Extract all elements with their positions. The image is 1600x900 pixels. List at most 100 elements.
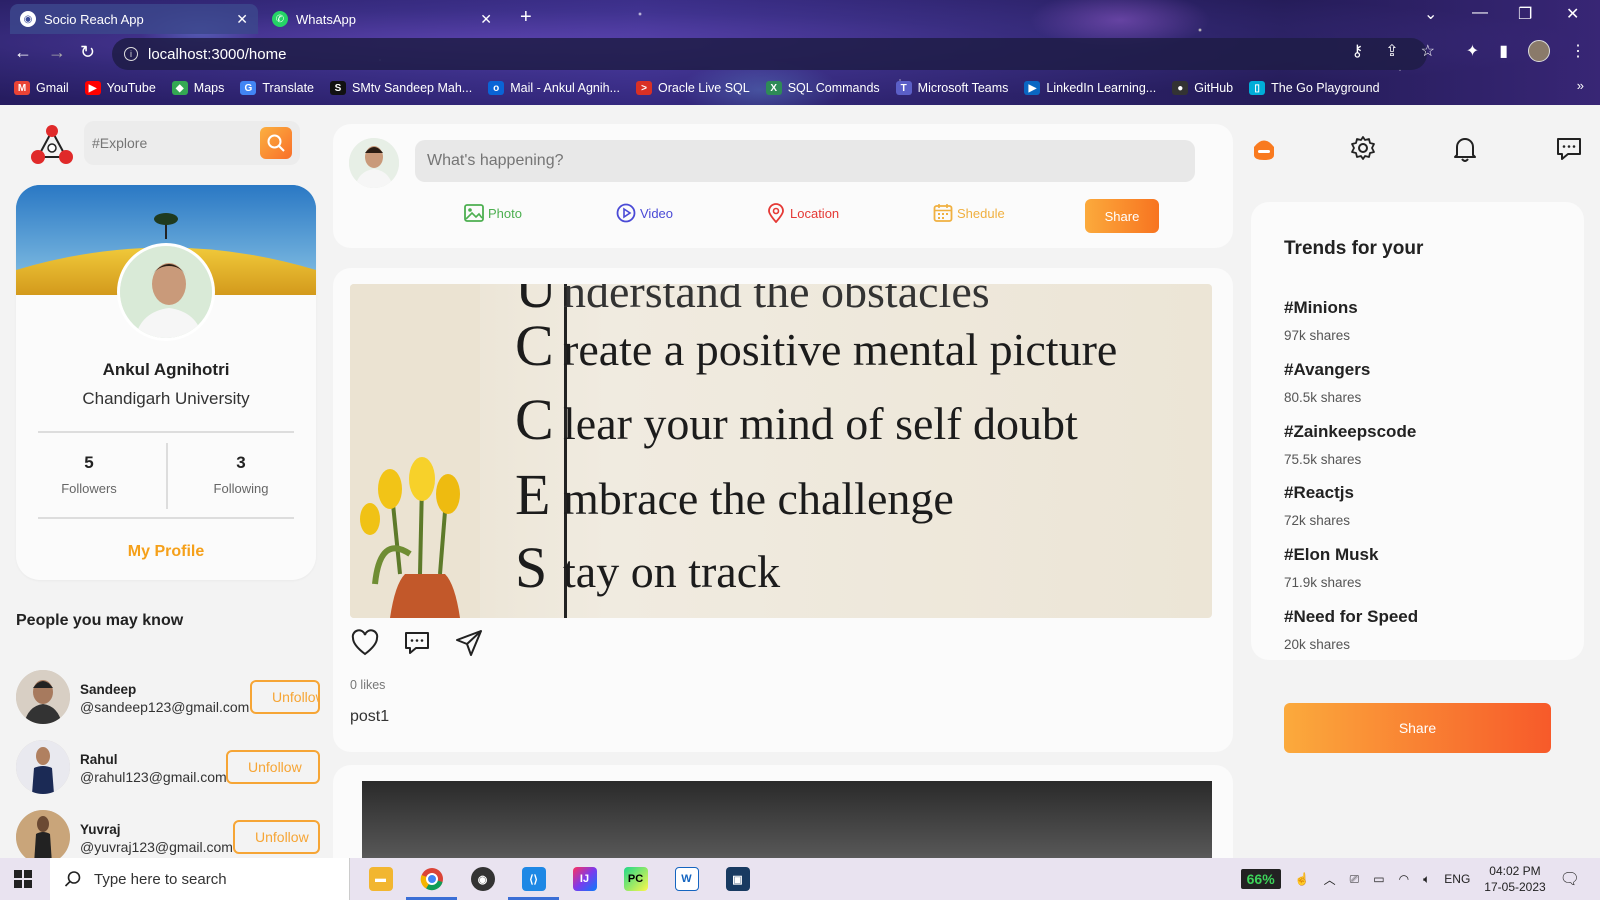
divider [38,517,294,519]
bookmark-item[interactable]: > Oracle Live SQL [636,81,750,95]
schedule-option[interactable]: Shedule [933,203,1005,223]
composer-avatar[interactable] [349,138,399,188]
wifi-icon[interactable]: ◠ [1399,872,1409,886]
tab-search-chevron-icon[interactable]: ⌄ [1424,4,1437,24]
my-profile-link[interactable]: My Profile [16,543,316,561]
post-image[interactable] [362,781,1212,858]
virtualbox-icon[interactable]: ▣ [712,858,763,900]
whats-happening-input[interactable] [415,140,1195,182]
followers-stat[interactable]: 5 Followers [24,453,154,496]
person-avatar[interactable] [16,740,70,794]
bookmark-favicon-icon: G [240,81,257,95]
bookmark-star-icon[interactable]: ☆ [1421,41,1435,61]
side-panel-icon[interactable]: ▮ [1499,41,1508,61]
back-arrow-icon[interactable]: ← [14,42,32,63]
app-w-icon[interactable]: W [661,858,712,900]
volume-icon[interactable]: 🔈︎ [1423,872,1430,887]
post-image[interactable]: Understand the obstacles Create a positi… [350,284,1212,618]
bookmark-label: Oracle Live SQL [658,81,750,95]
app-logo-icon[interactable] [30,123,74,167]
chat-icon[interactable] [1555,135,1583,168]
close-tab-icon[interactable]: ✕ [236,11,248,28]
clock[interactable]: 04:02 PM 17-05-2023 [1484,863,1545,895]
photo-option[interactable]: Photo [464,203,522,223]
trend-item[interactable]: #Avangers 80.5k shares [1284,360,1370,405]
quote-letter: C [515,387,554,452]
bookmark-label: The Go Playground [1271,81,1380,95]
send-icon[interactable] [454,628,484,658]
address-bar[interactable]: i localhost:3000/home [112,38,1427,70]
new-tab-button[interactable]: + [520,6,532,29]
more-bookmarks-icon[interactable]: » [1577,78,1584,93]
explore-search-input[interactable] [92,135,252,151]
trend-item[interactable]: #Elon Musk 71.9k shares [1284,545,1378,590]
tab-whatsapp[interactable]: ✆ WhatsApp ✕ [262,4,502,34]
close-window-button[interactable]: ✕ [1566,4,1579,24]
menu-kebab-icon[interactable]: ⋮ [1570,41,1586,61]
vscode-icon[interactable]: ⟨⟩ [508,858,559,900]
unfollow-button[interactable]: Unfollow [226,750,320,784]
device-icon[interactable]: ⎚ [1350,872,1360,887]
show-hidden-icons-chevron-icon[interactable]: ︿ [1324,871,1336,888]
windows-start-icon[interactable] [14,870,32,888]
home-icon[interactable] [1250,135,1278,168]
browser-chrome: ◉ Socio Reach App ✕ ✆ WhatsApp ✕ + ⌄ — ❐… [0,0,1600,105]
bookmark-item[interactable]: ▯ The Go Playground [1249,81,1380,95]
notification-bell-icon[interactable] [1452,135,1478,168]
intellij-icon[interactable]: IJ [559,858,610,900]
person-avatar[interactable] [16,810,70,858]
close-tab-icon[interactable]: ✕ [480,11,492,28]
minimize-button[interactable]: — [1472,4,1488,22]
trend-item[interactable]: #Minions 97k shares [1284,298,1358,343]
bookmark-item[interactable]: ▶ LinkedIn Learning... [1024,81,1156,95]
profile-card: Ankul Agnihotri Chandigarh University 5 … [16,185,316,580]
tab-socio-reach[interactable]: ◉ Socio Reach App ✕ [10,4,258,34]
share-post-button[interactable]: Share [1085,199,1159,233]
reload-icon[interactable]: ↻ [80,42,95,63]
site-info-icon[interactable]: i [124,47,138,61]
comment-icon[interactable] [402,628,432,658]
person-avatar[interactable] [16,670,70,724]
likes-count: 0 likes [350,678,386,692]
language-indicator[interactable]: ENG [1444,872,1470,886]
share-button[interactable]: Share [1284,703,1551,753]
bookmark-item[interactable]: ◆ Maps [171,81,224,95]
location-option[interactable]: Location [766,203,839,223]
unfollow-button[interactable]: Unfollow [233,820,320,854]
bookmark-item[interactable]: ● GitHub [1172,81,1233,95]
bookmark-item[interactable]: T Microsoft Teams [895,81,1008,95]
pycharm-icon[interactable]: PC [610,858,661,900]
bookmark-item[interactable]: G Translate [240,81,314,95]
extensions-puzzle-icon[interactable]: ✦ [1466,41,1479,61]
unfollow-button[interactable]: Unfollow [250,680,320,714]
following-stat[interactable]: 3 Following [176,453,306,496]
restore-button[interactable]: ❐ [1518,4,1532,24]
bookmark-item[interactable]: S SMtv Sandeep Mah... [330,81,472,95]
forward-arrow-icon[interactable]: → [48,42,66,63]
bookmark-item[interactable]: X SQL Commands [765,81,880,95]
trend-item[interactable]: #Reactjs 72k shares [1284,483,1354,528]
trend-tag: #Zainkeepscode [1284,422,1417,441]
notifications-icon[interactable]: 🗨︎ [1560,869,1580,889]
touch-icon[interactable]: ☝ [1295,872,1310,886]
profile-avatar-icon[interactable] [1528,40,1550,62]
trend-tag: #Need for Speed [1284,607,1419,626]
battery-icon[interactable]: ▭ [1373,872,1384,886]
trend-item[interactable]: #Zainkeepscode 75.5k shares [1284,422,1416,467]
obs-icon[interactable]: ◉ [457,858,508,900]
search-button[interactable] [260,127,292,159]
heart-icon[interactable] [350,628,380,658]
chrome-icon[interactable] [406,858,457,900]
location-label: Location [790,205,840,221]
video-option[interactable]: Video [616,203,673,223]
profile-avatar[interactable] [117,243,215,341]
share-page-icon[interactable]: ⇪ [1385,41,1398,61]
bookmark-item[interactable]: o Mail - Ankul Agnih... [488,81,620,95]
bookmark-item[interactable]: M Gmail [14,81,69,95]
trend-item[interactable]: #Need for Speed 20k shares [1284,607,1418,652]
taskbar-search[interactable]: Type here to search [50,858,350,900]
file-explorer-icon[interactable]: ▬ [355,858,406,900]
key-icon[interactable]: ⚷ [1352,41,1364,61]
settings-gear-icon[interactable] [1350,135,1376,166]
bookmark-item[interactable]: ▶ YouTube [84,81,156,95]
